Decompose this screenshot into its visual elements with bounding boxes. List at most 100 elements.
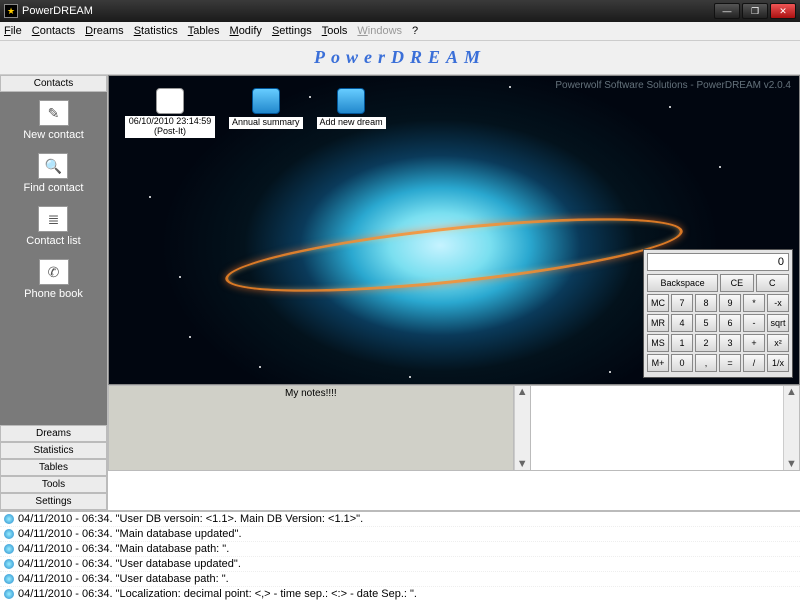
sidebar: Contacts ✎ New contact 🔍Find contact ≣Conta… [0,75,108,510]
calc-key-_[interactable]: + [743,334,765,352]
desktop-icon-annual-summary[interactable]: Annual summary [229,88,303,138]
sidebar-tab-tools[interactable]: Tools [0,476,107,493]
file-icon [252,88,280,114]
calc-key-6[interactable]: 6 [719,314,741,332]
sidebar-tab-dreams[interactable]: Dreams [0,425,107,442]
watermark-text: Powerwolf Software Solutions - PowerDREA… [555,80,791,91]
menu-?[interactable]: ? [412,25,418,37]
calc-ce[interactable]: CE [720,274,753,292]
menu-contacts[interactable]: Contacts [32,25,75,37]
sidebar-icon: ✎ [39,100,69,126]
star [189,336,191,338]
calc-backspace[interactable]: Backspace [647,274,718,292]
desktop-icon-label: Annual summary [229,117,303,129]
sidebar-item-label: Contact list [26,235,80,247]
log-text: 04/11/2010 - 06:34. "Main database path:… [18,543,229,555]
calc-key-7[interactable]: 7 [671,294,693,312]
sidebar-item-new-contact[interactable]: ✎ New contact [23,100,84,141]
notes-pane[interactable]: My notes!!!! [109,386,514,470]
sidebar-tab-settings[interactable]: Settings [0,493,107,510]
menubar: File Contacts Dreams Statistics Tables Modify… [0,22,800,41]
menu-statistics[interactable]: Statistics [134,25,178,37]
calc-key-9[interactable]: 9 [719,294,741,312]
notes-header: My notes!!!! [285,388,337,399]
calc-key-2[interactable]: 2 [695,334,717,352]
calc-key-3[interactable]: 3 [719,334,741,352]
desktop-icon-add-new-dream[interactable]: Add new dream [317,88,386,138]
minimize-button[interactable]: — [714,3,740,19]
star [719,166,721,168]
sidebar-tab-statistics[interactable]: Statistics [0,442,107,459]
close-button[interactable]: ✕ [770,3,796,19]
sidebar-item-contact-list[interactable]: ≣Contact list [26,206,80,247]
notes-scrollbar[interactable]: ▲▼ [514,386,530,470]
log-text: 04/11/2010 - 06:34. "Main database updat… [18,528,242,540]
calc-key-x_[interactable]: x² [767,334,789,352]
calc-key-1_x[interactable]: 1/x [767,354,789,372]
star [149,196,151,198]
log-row: 04/11/2010 - 06:34. "User database updat… [0,557,800,572]
menu-windows: Windows [357,25,402,37]
calc-key-M_[interactable]: M+ [647,354,669,372]
galaxy-ring [222,203,685,307]
sidebar-item-label: Phone book [24,288,83,300]
log-row: 04/11/2010 - 06:34. "User database path:… [0,572,800,587]
star [669,106,671,108]
menu-tables[interactable]: Tables [188,25,220,37]
info-icon [4,589,14,599]
sidebar-item-phone-book[interactable]: ✆Phone book [24,259,83,300]
sidebar-item-label: New contact [23,129,84,141]
desktop-icon-label: 06/10/2010 23:14:59 (Post-It) [125,116,215,138]
calc-key-4[interactable]: 4 [671,314,693,332]
sidebar-tab-tables[interactable]: Tables [0,459,107,476]
maximize-button[interactable]: ❐ [742,3,768,19]
calc-key-MR[interactable]: MR [647,314,669,332]
side-scrollbar[interactable]: ▲▼ [783,386,799,470]
menu-settings[interactable]: Settings [272,25,312,37]
star [409,376,411,378]
calc-key-_[interactable]: , [695,354,717,372]
star [139,116,141,118]
sidebar-header[interactable]: Contacts [0,75,107,92]
calc-key-MS[interactable]: MS [647,334,669,352]
lower-panes: My notes!!!! ▲▼ ▲▼ [108,385,800,471]
calc-key-1[interactable]: 1 [671,334,693,352]
calc-key-8[interactable]: 8 [695,294,717,312]
log-panel[interactable]: 04/11/2010 - 06:34. "User DB versoin: <1… [0,510,800,600]
info-icon [4,574,14,584]
log-text: 04/11/2010 - 06:34. "User database path:… [18,573,229,585]
menu-tools[interactable]: Tools [322,25,348,37]
calc-key-0[interactable]: 0 [671,354,693,372]
sidebar-item-find-contact[interactable]: 🔍Find contact [24,153,84,194]
desktop-icon-06-10-2010-23-14-59-[interactable]: 06/10/2010 23:14:59 (Post-It) [125,88,215,138]
side-pane[interactable] [530,386,783,470]
calc-key-_[interactable]: * [743,294,765,312]
menu-modify[interactable]: Modify [230,25,262,37]
info-icon [4,529,14,539]
calc-key-MC[interactable]: MC [647,294,669,312]
sidebar-item-label: Find contact [24,182,84,194]
star [179,276,181,278]
desktop-area: Powerwolf Software Solutions - PowerDREA… [108,75,800,385]
app-icon: ★ [4,4,18,18]
log-text: 04/11/2010 - 06:34. "Localization: decim… [18,588,417,600]
menu-file[interactable]: File [4,25,22,37]
star [509,86,511,88]
window-title: PowerDREAM [22,5,714,17]
log-row: 04/11/2010 - 06:34. "User DB versoin: <1… [0,512,800,527]
calc-key-sqrt[interactable]: sqrt [767,314,789,332]
info-icon [4,544,14,554]
calc-c[interactable]: C [756,274,789,292]
calc-key-_[interactable]: - [743,314,765,332]
calc-key-_[interactable]: = [719,354,741,372]
log-text: 04/11/2010 - 06:34. "User DB versoin: <1… [18,513,363,525]
menu-dreams[interactable]: Dreams [85,25,124,37]
log-row: 04/11/2010 - 06:34. "Main database updat… [0,527,800,542]
banner-title: PowerDREAM [314,47,486,67]
calc-key-5[interactable]: 5 [695,314,717,332]
calc-key-_[interactable]: / [743,354,765,372]
calc-key-_x[interactable]: -x [767,294,789,312]
titlebar: ★ PowerDREAM — ❐ ✕ [0,0,800,22]
file-icon [156,88,184,114]
calculator-display: 0 [647,253,789,271]
